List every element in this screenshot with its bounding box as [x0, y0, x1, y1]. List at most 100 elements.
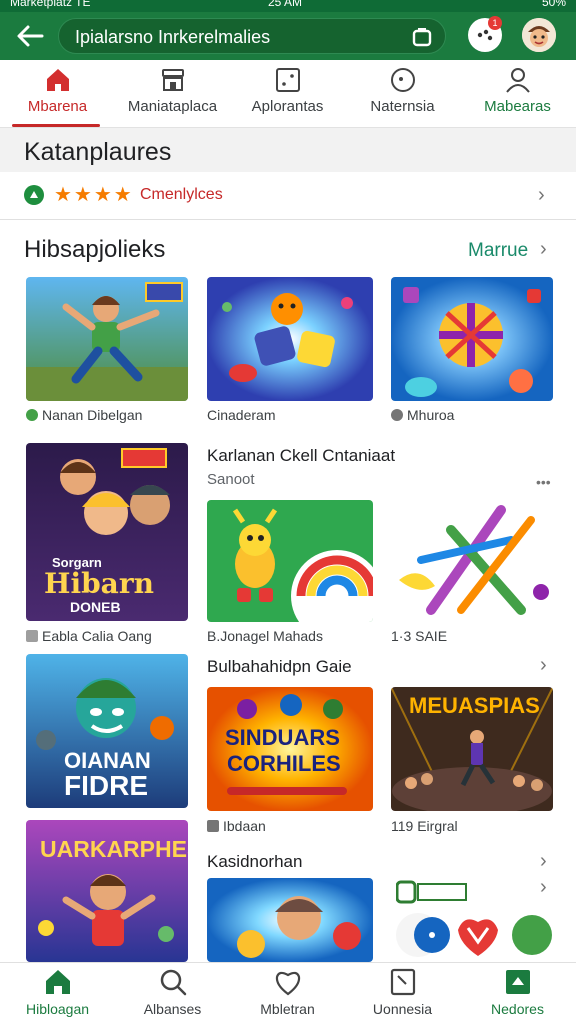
tab-games[interactable]: Naternsia — [345, 60, 460, 128]
card-caption-text: Ibdaan — [223, 818, 266, 834]
row-title: Karlanan Ckell Cntaniaat — [207, 446, 396, 465]
chevron-right-icon[interactable]: › — [540, 238, 547, 261]
tab-apps[interactable]: Aplorantas — [230, 60, 345, 128]
publisher-logo — [395, 880, 468, 904]
game-card[interactable] — [207, 277, 373, 401]
nav-favorites[interactable]: Mbletran — [230, 963, 345, 1024]
nav-home[interactable]: Hibloagan — [0, 963, 115, 1024]
game-card[interactable] — [391, 500, 553, 622]
notifications-avatar[interactable]: 1 — [468, 16, 502, 52]
game-thumbnail — [207, 500, 373, 622]
card-caption-text: Nanan Dibelgan — [42, 407, 143, 423]
back-button[interactable] — [14, 22, 46, 50]
game-thumbnail — [391, 277, 553, 401]
game-card[interactable]: OIANAN FIDRE — [26, 654, 188, 808]
row-title: Bulbahahidpn Gaie — [207, 657, 352, 676]
cartoon-face-icon — [522, 18, 556, 52]
section-title: Katanplaures — [24, 138, 172, 166]
store-icon — [162, 69, 184, 91]
card-caption: Mhuroa — [391, 407, 454, 423]
row-title: Kasidnorhan — [207, 852, 303, 871]
chevron-right-icon[interactable]: › — [540, 850, 547, 873]
bag-icon[interactable] — [411, 26, 433, 48]
home-icon — [47, 69, 69, 91]
game-card[interactable]: MEUASPIAS — [391, 687, 553, 811]
app-bar: Ipialarsno Inrkerelmalies 1 — [0, 12, 576, 60]
profile-avatar[interactable] — [522, 18, 556, 52]
game-thumbnail — [391, 500, 553, 622]
card-caption: B.Jonagel Mahads — [207, 628, 323, 644]
game-card[interactable] — [207, 878, 373, 962]
tab-label: Mabearas — [484, 98, 551, 115]
card-caption: 1·3 SAIE — [391, 628, 448, 644]
tab-home[interactable]: Mbarena — [0, 60, 115, 128]
nav-label: Uonnesia — [372, 1001, 433, 1017]
person-icon — [506, 68, 530, 93]
apps-icon — [276, 68, 300, 92]
card-art-subtitle: DONEB — [70, 599, 121, 615]
check-icon — [391, 409, 403, 421]
nav-search[interactable]: Albanses — [115, 963, 230, 1024]
nav-label: Mbletran — [260, 1001, 315, 1017]
nav-label: Hibloagan — [25, 1001, 90, 1017]
game-card[interactable] — [391, 277, 553, 401]
rating-badge-icon — [24, 185, 44, 205]
chevron-right-icon[interactable]: › — [540, 654, 547, 677]
card-caption: Eabla Calia Oang — [26, 628, 152, 644]
chevron-right-icon[interactable]: › — [540, 876, 547, 899]
app-root: Marketplatz TE 25 AM 50% Ipialarsno Inrk… — [0, 0, 576, 1024]
chevron-right-icon: › — [538, 184, 545, 206]
game-thumbnail — [26, 277, 188, 401]
tab-label: Aplorantas — [251, 98, 324, 115]
bottom-navigation: Hibloagan Albanses Mbletran Uonnesia Ned… — [0, 962, 576, 1024]
category-tabs: Mbarena Maniataplaca Aplorantas Naternsi — [0, 60, 576, 128]
search-bar[interactable]: Ipialarsno Inrkerelmalies — [58, 18, 446, 54]
game-card[interactable]: Sorgarn Hibarn DONEB — [26, 443, 188, 621]
row-subtitle: Sanoot — [207, 471, 255, 488]
status-carrier: Marketplatz TE — [10, 0, 91, 9]
tab-label: Mbarena — [27, 98, 88, 115]
status-battery: 50% — [541, 0, 566, 9]
color-swatch-row — [392, 912, 556, 958]
search-input[interactable]: Ipialarsno Inrkerelmalies — [75, 27, 270, 48]
app-icon — [26, 630, 38, 642]
home-icon — [46, 970, 70, 994]
nav-more[interactable]: Nedores — [460, 963, 575, 1024]
card-caption: 119 Eirgral — [391, 818, 458, 834]
game-card[interactable] — [26, 277, 188, 401]
card-art-title: UARKARPHES — [40, 836, 188, 862]
card-caption: Ibdaan — [207, 818, 266, 834]
card-art-title: FIDRE — [64, 770, 148, 801]
verified-icon — [26, 409, 38, 421]
card-art-title: MEUASPIAS — [409, 693, 540, 718]
nav-label: Albanses — [143, 1001, 202, 1017]
active-tab-indicator — [12, 124, 100, 127]
logo-icon — [395, 880, 467, 904]
card-caption-text: Mhuroa — [407, 407, 455, 423]
grid-icon — [506, 970, 530, 994]
game-card[interactable] — [207, 500, 373, 622]
section-header: Katanplaures — [0, 128, 576, 172]
status-time: 25 AM — [268, 0, 303, 9]
card-art-title: SINDUARS — [225, 725, 340, 750]
search-icon — [160, 969, 187, 996]
game-card[interactable]: UARKARPHES — [26, 820, 188, 962]
game-thumbnail — [207, 878, 373, 962]
tab-profile[interactable]: Mabearas — [460, 60, 575, 128]
more-options-icon[interactable]: ••• — [536, 474, 551, 490]
card-caption: Nanan Dibelgan — [26, 407, 142, 423]
book-icon — [390, 968, 416, 996]
games-icon — [391, 68, 415, 92]
star-rating: ★★★★ — [54, 184, 134, 206]
notification-badge: 1 — [488, 16, 502, 30]
see-more-link[interactable]: Marrue — [468, 240, 528, 262]
rating-row[interactable]: ★★★★ Cmenlylces › — [0, 172, 576, 220]
card-caption: Cinaderam — [207, 407, 276, 423]
arrow-left-icon — [17, 25, 44, 47]
nav-library[interactable]: Uonnesia — [345, 963, 460, 1024]
game-card[interactable]: SINDUARS CORHILES — [207, 687, 373, 811]
nav-label: Nedores — [491, 1001, 544, 1017]
tab-label: Naternsia — [370, 98, 435, 115]
app-icon — [207, 820, 219, 832]
tab-marketplace[interactable]: Maniataplaca — [115, 60, 230, 128]
